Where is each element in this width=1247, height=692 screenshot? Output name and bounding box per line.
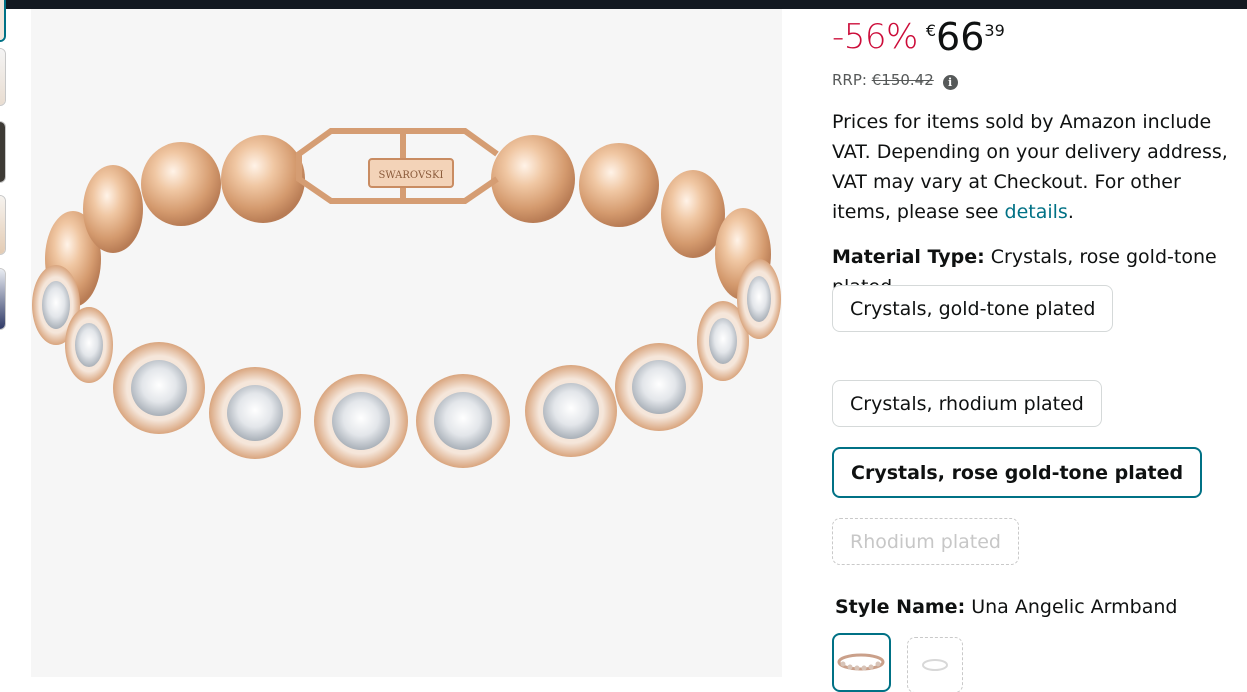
bracelet-thumbnail-icon (837, 653, 885, 671)
material-type-heading: Material Type: (832, 246, 985, 268)
info-icon[interactable]: i (942, 75, 958, 90)
style-name-label: Style Name: Una Angelic Armband (835, 592, 1235, 622)
style-option-armband[interactable] (832, 633, 891, 692)
thumbnail-strip (0, 0, 12, 340)
material-option-rhodium[interactable]: Crystals, rhodium plated (832, 380, 1102, 427)
style-option-unavailable[interactable] (907, 637, 963, 692)
product-image[interactable]: SWAROVSKI (31, 9, 782, 677)
discount-percentage: -56% (832, 17, 918, 57)
style-name-heading: Style Name: (835, 596, 966, 618)
details-link[interactable]: details (1005, 201, 1068, 223)
material-option-gold[interactable]: Crystals, gold-tone plated (832, 285, 1114, 332)
thumbnail-5[interactable] (0, 268, 6, 330)
material-option-rhodium-plated[interactable]: Rhodium plated (832, 518, 1019, 565)
bracelet-outline-icon (922, 659, 948, 671)
bracelet-illustration: SWAROVSKI (32, 128, 781, 468)
thumbnail-3[interactable] (0, 121, 6, 183)
thumbnail-2[interactable] (0, 48, 6, 106)
vat-notice: Prices for items sold by Amazon include … (832, 107, 1232, 227)
price-whole: 66 (936, 15, 985, 59)
price-row: -56% €6639 (832, 15, 1005, 67)
rrp-value: €150.42 (871, 71, 934, 89)
thumbnail-1[interactable] (0, 0, 6, 42)
style-name-value: Una Angelic Armband (971, 596, 1178, 618)
rrp-label: RRP: (832, 71, 867, 89)
top-navigation-bar (0, 0, 1247, 9)
price-currency-symbol: € (925, 21, 937, 40)
clasp-brand-text: SWAROVSKI (379, 170, 444, 181)
bracelet-clasp: SWAROVSKI (296, 128, 499, 204)
crystal-links (32, 259, 781, 468)
thumbnail-4[interactable] (0, 195, 6, 255)
vat-text-end: . (1067, 201, 1074, 223)
price-fraction: 39 (984, 21, 1005, 40)
rrp-price: RRP: €150.42 i (832, 71, 958, 90)
material-option-rose-gold[interactable]: Crystals, rose gold-tone plated (832, 447, 1203, 498)
